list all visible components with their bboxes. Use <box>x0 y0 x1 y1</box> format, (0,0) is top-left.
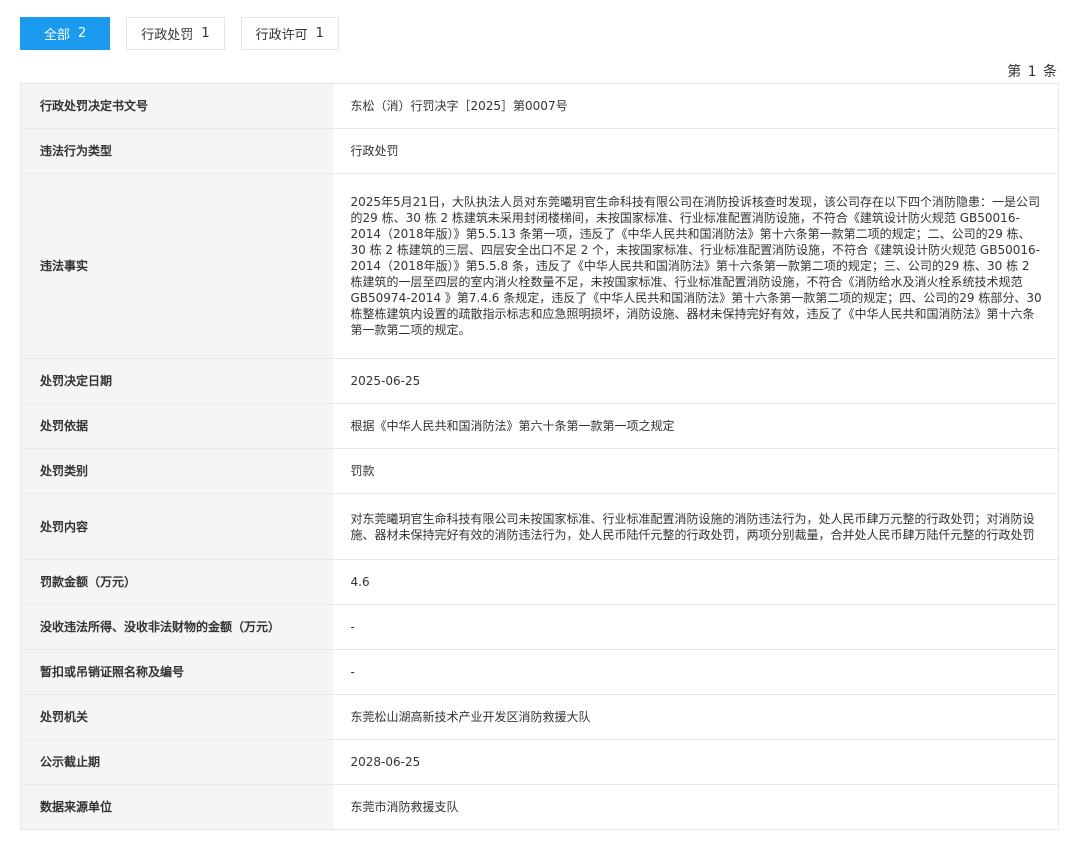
table-row: 公示截止期 2028-06-25 <box>20 739 1059 785</box>
penalty-authority-value: 东莞松山湖高新技术产业开发区消防救援大队 <box>333 694 1059 740</box>
row-label: 没收违法所得、没收非法财物的金额（万元） <box>20 604 334 650</box>
row-label: 暂扣或吊销证照名称及编号 <box>20 649 334 695</box>
row-label: 违法行为类型 <box>20 128 334 174</box>
table-row: 处罚类别 罚款 <box>20 448 1059 494</box>
row-label: 处罚机关 <box>20 694 334 740</box>
table-row: 处罚机关 东莞松山湖高新技术产业开发区消防救援大队 <box>20 694 1059 740</box>
tab-administrative-penalty-count: 1 <box>201 26 210 41</box>
category-tabs: 全部 2 行政处罚 1 行政许可 1 <box>20 17 339 50</box>
penalty-basis-value: 根据《中华人民共和国消防法》第六十条第一款第一项之规定 <box>333 403 1059 449</box>
decision-date-value: 2025-06-25 <box>333 358 1059 404</box>
table-row: 处罚内容 对东莞曦玥官生命科技有限公司未按国家标准、行业标准配置消防设施的消防违… <box>20 493 1059 560</box>
fine-amount-value: 4.6 <box>333 559 1059 605</box>
penalty-category-value: 罚款 <box>333 448 1059 494</box>
table-row: 处罚决定日期 2025-06-25 <box>20 358 1059 404</box>
table-row: 数据来源单位 东莞市消防救援支队 <box>20 784 1059 830</box>
table-row: 暂扣或吊销证照名称及编号 - <box>20 649 1059 695</box>
table-row: 处罚依据 根据《中华人民共和国消防法》第六十条第一款第一项之规定 <box>20 403 1059 449</box>
decision-number-value: 东松（消）行罚决字［2025］第0007号 <box>333 83 1059 129</box>
violation-facts-value: 2025年5月21日，大队执法人员对东莞曦玥官生命科技有限公司在消防投诉核查时发… <box>333 173 1059 359</box>
record-index: 第 1 条 <box>1007 64 1058 80</box>
data-source-value: 东莞市消防救援支队 <box>333 784 1059 830</box>
table-row: 没收违法所得、没收非法财物的金额（万元） - <box>20 604 1059 650</box>
tab-administrative-license-count: 1 <box>315 26 324 41</box>
tab-all[interactable]: 全部 2 <box>20 17 111 50</box>
publicity-deadline-value: 2028-06-25 <box>333 739 1059 785</box>
license-revocation-value: - <box>333 649 1059 695</box>
row-label: 处罚决定日期 <box>20 358 334 404</box>
violation-type-value: 行政处罚 <box>333 128 1059 174</box>
penalty-content-value: 对东莞曦玥官生命科技有限公司未按国家标准、行业标准配置消防设施的消防违法行为，处… <box>333 493 1059 560</box>
table-row: 违法行为类型 行政处罚 <box>20 128 1059 174</box>
table-row: 罚款金额（万元） 4.6 <box>20 559 1059 605</box>
row-label: 处罚类别 <box>20 448 334 494</box>
tab-all-label: 全部 <box>44 28 71 43</box>
row-label: 处罚依据 <box>20 403 334 449</box>
table-row: 违法事实 2025年5月21日，大队执法人员对东莞曦玥官生命科技有限公司在消防投… <box>20 173 1059 359</box>
penalty-detail-table: 行政处罚决定书文号 东松（消）行罚决字［2025］第0007号 违法行为类型 行… <box>20 83 1059 830</box>
tab-administrative-penalty[interactable]: 行政处罚 1 <box>126 17 225 50</box>
row-label: 违法事实 <box>20 173 334 359</box>
row-label: 公示截止期 <box>20 739 334 785</box>
tab-administrative-license-label: 行政许可 <box>255 28 308 43</box>
row-label: 行政处罚决定书文号 <box>20 83 334 129</box>
table-row: 行政处罚决定书文号 东松（消）行罚决字［2025］第0007号 <box>20 83 1059 129</box>
tab-administrative-license[interactable]: 行政许可 1 <box>240 17 339 50</box>
tab-administrative-penalty-label: 行政处罚 <box>141 28 194 43</box>
row-label: 处罚内容 <box>20 493 334 560</box>
confiscation-amount-value: - <box>333 604 1059 650</box>
tab-all-count: 2 <box>78 26 87 41</box>
row-label: 数据来源单位 <box>20 784 334 830</box>
row-label: 罚款金额（万元） <box>20 559 334 605</box>
